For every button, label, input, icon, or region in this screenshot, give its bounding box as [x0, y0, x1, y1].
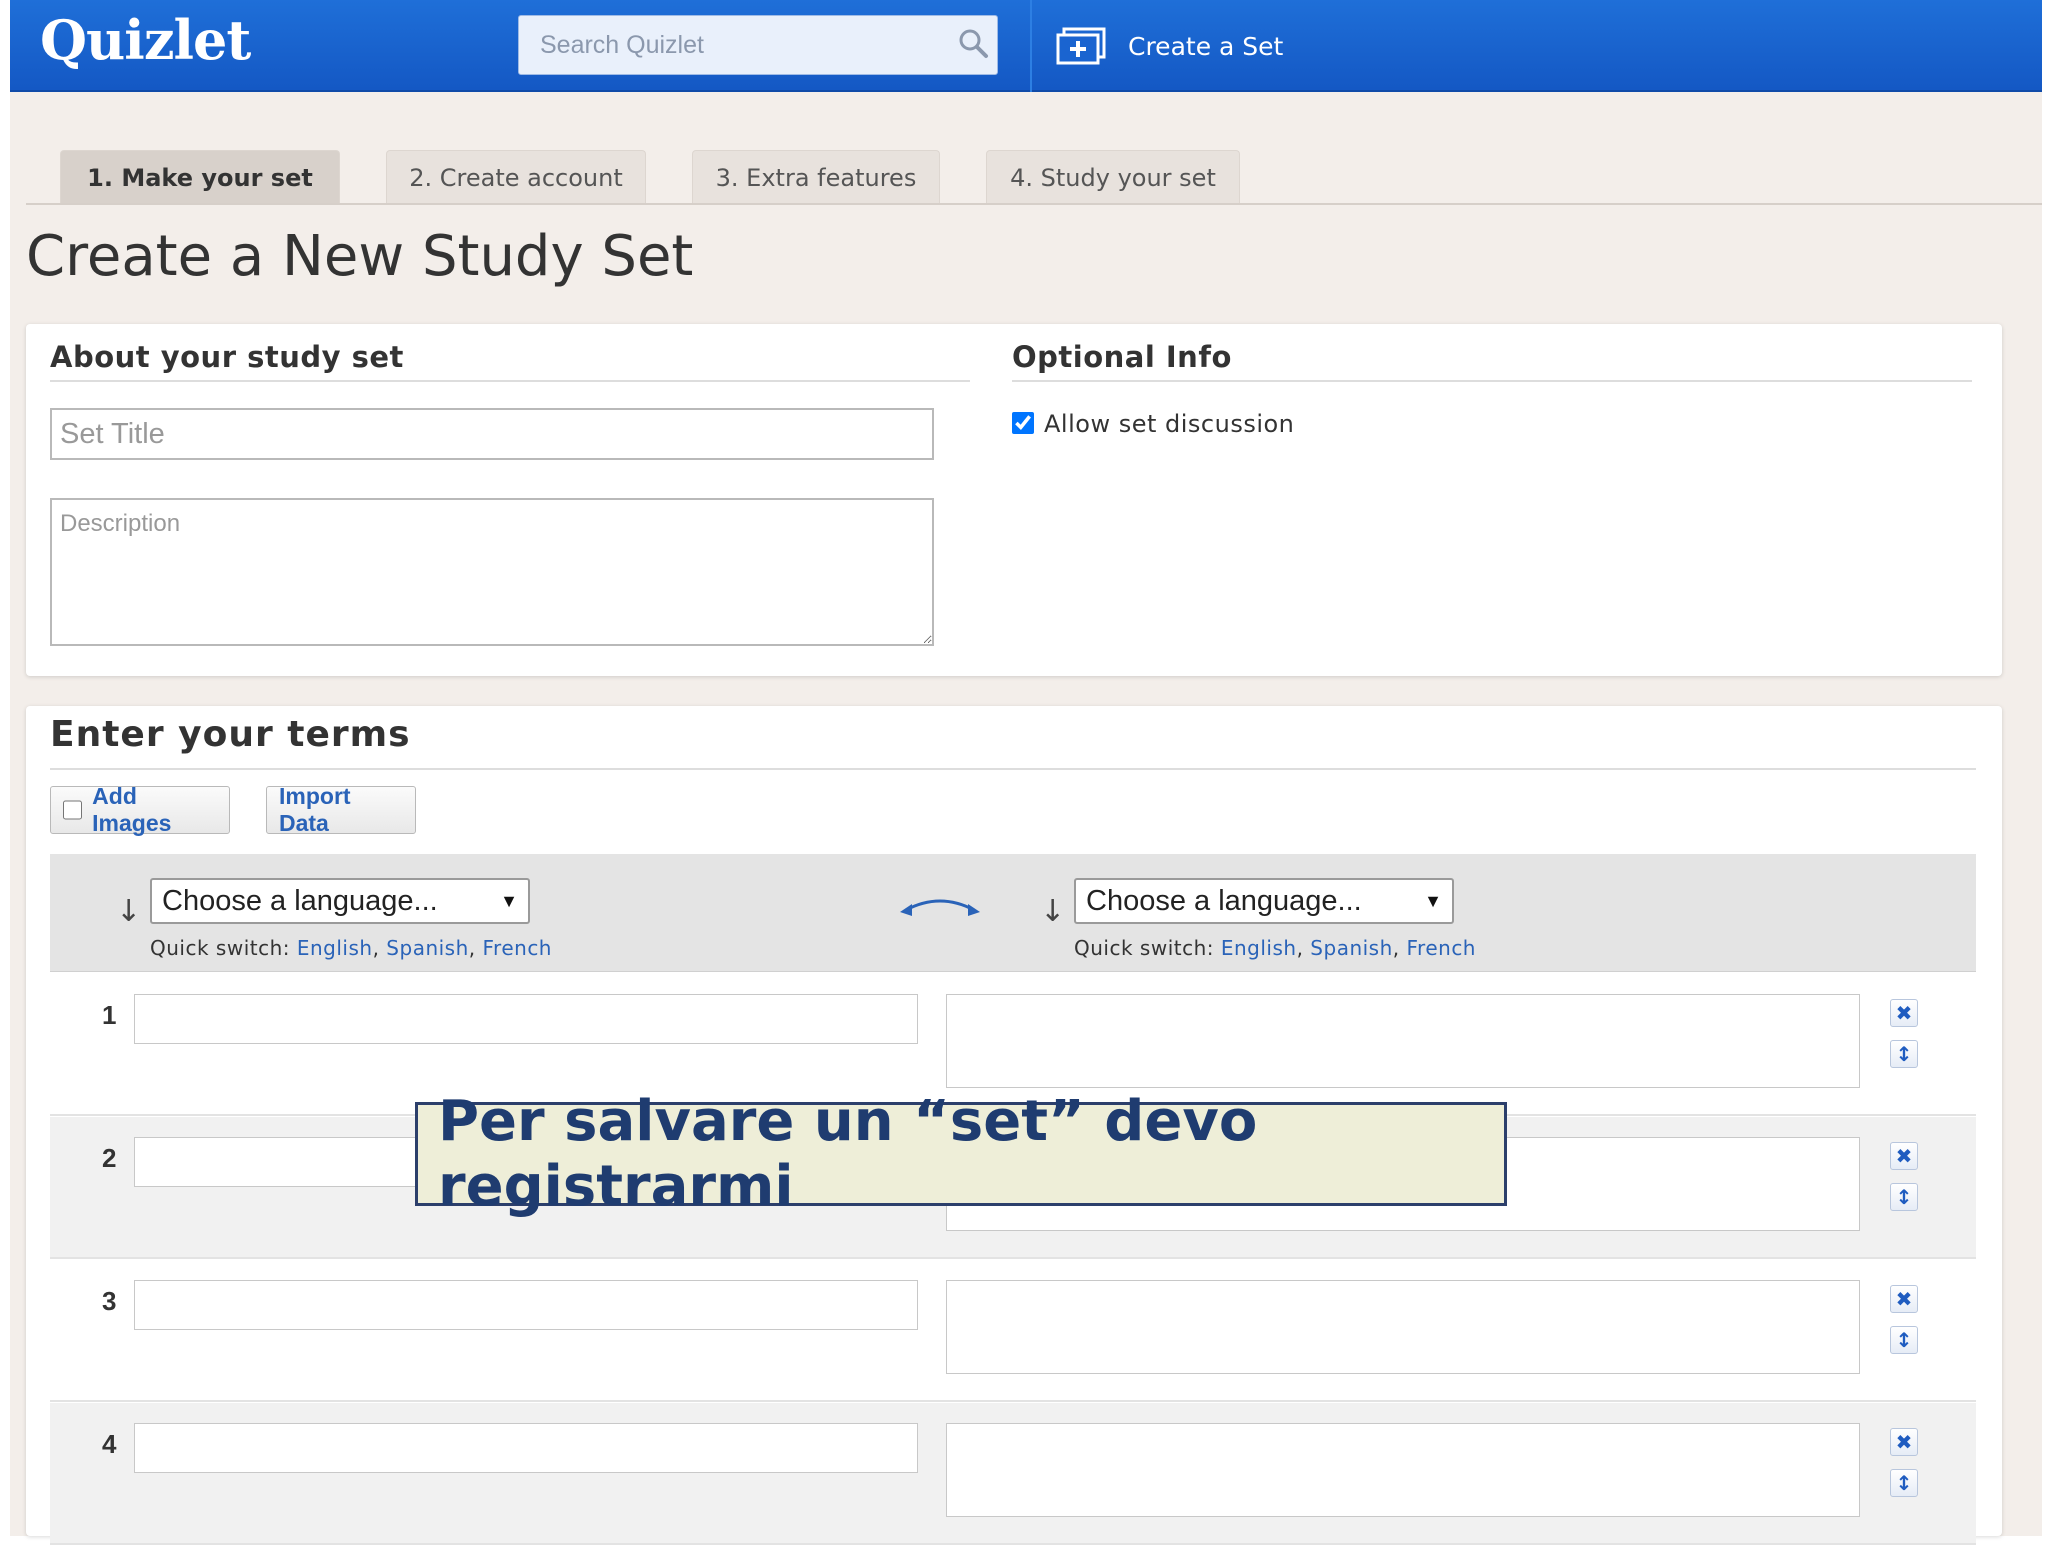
quick-link-english[interactable]: English [1221, 936, 1297, 960]
quick-link-french[interactable]: French [1407, 936, 1476, 960]
divider [50, 380, 970, 382]
step-tab-study-your-set[interactable]: 4. Study your set [986, 150, 1240, 204]
quizlet-logo[interactable]: Quizlet [40, 8, 251, 72]
delete-row-icon[interactable]: ✖ [1890, 999, 1918, 1027]
delete-row-icon[interactable]: ✖ [1890, 1142, 1918, 1170]
definition-quick-switch: Quick switch: English, Spanish, French [1074, 936, 1476, 960]
quick-switch-label: Quick switch: [1074, 936, 1214, 960]
divider [1012, 380, 1972, 382]
arrow-down-icon: ↓ [1040, 894, 1066, 929]
top-navigation-bar [10, 0, 2042, 92]
terms-heading: Enter your terms [50, 714, 411, 755]
term-quick-switch: Quick switch: English, Spanish, French [150, 936, 552, 960]
quick-link-spanish[interactable]: Spanish [1310, 936, 1392, 960]
quick-link-english[interactable]: English [297, 936, 373, 960]
row-number: 4 [102, 1429, 117, 1459]
about-heading: About your study set [50, 340, 404, 374]
annotation-callout: Per salvare un “set” devo registrarmi [415, 1089, 1507, 1219]
allow-discussion-label[interactable]: Allow set discussion [1044, 410, 1294, 438]
create-set-label: Create a Set [1128, 31, 1284, 61]
row-number: 2 [102, 1143, 117, 1173]
search-input[interactable] [524, 17, 944, 73]
set-title-input[interactable] [50, 408, 934, 460]
add-images-checkbox[interactable] [63, 800, 83, 820]
move-row-icon[interactable]: ↕ [1890, 1040, 1918, 1068]
definition-language-select[interactable]: Choose a language... ▼ [1074, 878, 1454, 924]
step-tab-make-your-set[interactable]: 1. Make your set [60, 150, 340, 204]
quick-switch-label: Quick switch: [150, 936, 290, 960]
header-divider [1030, 0, 1032, 92]
import-data-button[interactable]: Import Data [266, 783, 416, 836]
definition-language-value: Choose a language... [1086, 884, 1362, 917]
add-images-button[interactable]: Add Images [50, 783, 230, 836]
move-row-icon[interactable]: ↕ [1890, 1469, 1918, 1497]
move-row-icon[interactable]: ↕ [1890, 1326, 1918, 1354]
step-tab-create-account[interactable]: 2. Create account [386, 150, 646, 204]
optional-info-heading: Optional Info [1012, 340, 1232, 374]
page-title: Create a New Study Set [26, 224, 694, 289]
swap-languages-icon[interactable] [900, 890, 980, 920]
quick-link-french[interactable]: French [483, 936, 552, 960]
definition-input[interactable] [946, 994, 1860, 1088]
create-set-button[interactable]: Create a Set [1056, 22, 1283, 70]
tab-underline [26, 203, 2042, 205]
dropdown-caret-icon: ▼ [500, 890, 518, 911]
allow-discussion-checkbox[interactable] [1012, 412, 1034, 434]
term-language-select[interactable]: Choose a language... ▼ [150, 878, 530, 924]
add-images-label: Add Images [92, 783, 172, 836]
search-icon[interactable] [956, 26, 990, 60]
row-number: 1 [102, 1000, 117, 1030]
definition-input[interactable] [946, 1280, 1860, 1374]
definition-input[interactable] [946, 1423, 1860, 1517]
term-input[interactable] [134, 1423, 918, 1473]
term-input[interactable] [134, 1280, 918, 1330]
divider [50, 768, 1976, 770]
term-language-value: Choose a language... [162, 884, 438, 917]
delete-row-icon[interactable]: ✖ [1890, 1285, 1918, 1313]
add-set-icon [1056, 27, 1106, 65]
term-input[interactable] [134, 994, 918, 1044]
move-row-icon[interactable]: ↕ [1890, 1183, 1918, 1211]
row-number: 3 [102, 1286, 117, 1316]
callout-text: Per salvare un “set” devo registrarmi [438, 1089, 1258, 1219]
dropdown-caret-icon: ▼ [1424, 890, 1442, 911]
arrow-down-icon: ↓ [116, 894, 142, 929]
description-input[interactable] [50, 498, 934, 646]
delete-row-icon[interactable]: ✖ [1890, 1428, 1918, 1456]
step-tab-extra-features[interactable]: 3. Extra features [692, 150, 940, 204]
quick-link-spanish[interactable]: Spanish [386, 936, 468, 960]
